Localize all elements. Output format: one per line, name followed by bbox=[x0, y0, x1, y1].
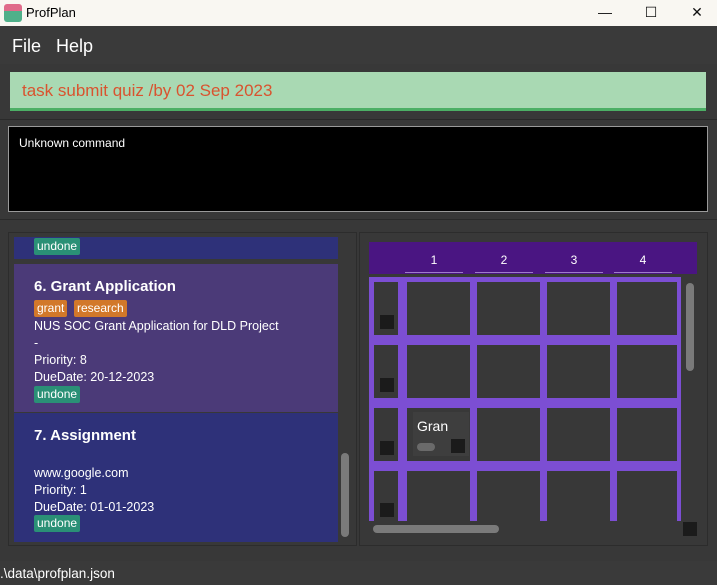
result-display[interactable]: Unknown command bbox=[8, 126, 708, 212]
task-due-date: DueDate: 01-01-2023 bbox=[34, 500, 155, 514]
event-marker bbox=[451, 439, 465, 453]
calendar-cell[interactable] bbox=[477, 282, 540, 335]
status-badge: undone bbox=[34, 238, 81, 255]
calendar-vertical-scrollbar[interactable] bbox=[686, 283, 694, 371]
calendar-cell[interactable] bbox=[477, 471, 540, 521]
task-list[interactable]: undone 6. Grant Application grant resear… bbox=[14, 237, 338, 542]
status-badge: undone bbox=[34, 386, 81, 403]
scroll-corner bbox=[683, 522, 697, 536]
task-priority: Priority: 8 bbox=[34, 353, 87, 367]
task-list-scrollbar[interactable] bbox=[341, 453, 349, 537]
status-bar: .\data\profplan.json bbox=[0, 561, 717, 585]
time-marker bbox=[380, 315, 394, 329]
day-label: 2 bbox=[500, 253, 508, 267]
menu-help[interactable]: Help bbox=[56, 36, 93, 57]
task-due-date: DueDate: 20-12-2023 bbox=[34, 370, 155, 384]
calendar-cell[interactable] bbox=[547, 345, 610, 398]
command-input[interactable]: task submit quiz /by 02 Sep 2023 bbox=[10, 72, 706, 111]
calendar-cell[interactable] bbox=[547, 408, 610, 461]
tag-badge: research bbox=[74, 300, 127, 317]
calendar-cell[interactable] bbox=[617, 471, 677, 521]
menu-file[interactable]: File bbox=[12, 36, 41, 57]
day-underline bbox=[405, 272, 463, 273]
tag-badge: grant bbox=[34, 300, 68, 317]
menu-bar: File Help bbox=[0, 26, 717, 64]
calendar-grid[interactable]: Gran bbox=[369, 277, 681, 521]
calendar-panel: 1 2 3 4 Gran bbox=[359, 232, 708, 546]
command-text: task submit quiz /by 02 Sep 2023 bbox=[22, 81, 273, 100]
save-location: .\data\profplan.json bbox=[0, 566, 115, 581]
calendar-cell[interactable] bbox=[617, 282, 677, 335]
day-label: 3 bbox=[570, 253, 578, 267]
calendar-cell[interactable] bbox=[547, 282, 610, 335]
calendar-cell[interactable] bbox=[477, 408, 540, 461]
task-description: NUS SOC Grant Application for DLD Projec… bbox=[34, 319, 279, 333]
result-text: Unknown command bbox=[19, 136, 126, 150]
calendar-cell[interactable] bbox=[617, 408, 677, 461]
title-bar: ProfPlan — ☐ ✕ bbox=[0, 0, 717, 26]
time-marker bbox=[380, 441, 394, 455]
window-title: ProfPlan bbox=[26, 5, 76, 20]
calendar-cell[interactable] bbox=[407, 282, 470, 335]
day-label: 1 bbox=[430, 253, 438, 267]
task-priority: Priority: 1 bbox=[34, 483, 87, 497]
task-card[interactable]: 6. Grant Application grant research NUS … bbox=[14, 264, 338, 412]
time-marker bbox=[380, 378, 394, 392]
close-icon[interactable]: ✕ bbox=[674, 0, 717, 26]
calendar-horizontal-scrollbar[interactable] bbox=[373, 525, 499, 533]
time-marker bbox=[380, 503, 394, 517]
task-card[interactable]: 7. Assignment www.google.com Priority: 1… bbox=[14, 413, 338, 542]
minimize-icon[interactable]: — bbox=[582, 0, 628, 26]
task-link: www.google.com bbox=[34, 466, 129, 480]
task-list-panel: undone 6. Grant Application grant resear… bbox=[8, 232, 357, 546]
event-indicator bbox=[417, 443, 435, 451]
task-link: - bbox=[34, 336, 39, 350]
calendar-cell[interactable] bbox=[407, 345, 470, 398]
day-label: 4 bbox=[639, 253, 647, 267]
calendar-cell[interactable] bbox=[407, 471, 470, 521]
task-title: 7. Assignment bbox=[34, 427, 136, 444]
task-card[interactable]: undone bbox=[14, 237, 338, 259]
app-logo-icon bbox=[4, 4, 22, 22]
maximize-icon[interactable]: ☐ bbox=[628, 0, 674, 26]
task-title: 6. Grant Application bbox=[34, 278, 176, 295]
day-underline bbox=[475, 272, 533, 273]
status-badge: undone bbox=[34, 515, 81, 532]
day-underline bbox=[545, 272, 603, 273]
calendar-cell[interactable] bbox=[617, 345, 677, 398]
divider bbox=[0, 119, 717, 120]
divider bbox=[0, 219, 717, 220]
calendar-cell[interactable] bbox=[547, 471, 610, 521]
event-title: Gran bbox=[417, 418, 449, 434]
calendar-cell[interactable] bbox=[477, 345, 540, 398]
day-underline bbox=[614, 272, 672, 273]
calendar-header: 1 2 3 4 bbox=[369, 242, 697, 274]
calendar-event[interactable]: Gran bbox=[413, 412, 469, 456]
